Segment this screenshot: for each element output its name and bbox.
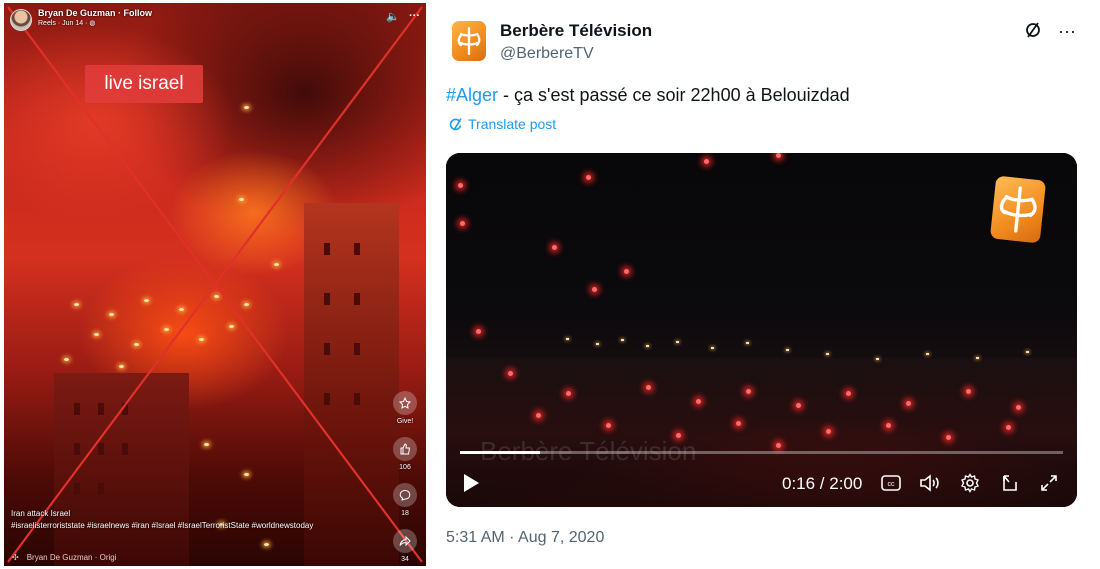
share-count: 34 (401, 556, 409, 563)
translate-post-link[interactable]: Translate post (448, 116, 556, 132)
facebook-reel-screenshot: Bryan De Guzman · Follow Reels · Jun 14 … (4, 3, 426, 566)
video-progress-fill (460, 451, 541, 454)
caption-hashtags[interactable]: #israelisterroriststate #israelnews #ira… (11, 520, 331, 532)
svg-text:cc: cc (888, 481, 896, 488)
caption-title: Iran attack Israel (11, 509, 71, 518)
fact-check-cross-mark (7, 6, 423, 563)
like-count: 106 (399, 464, 411, 471)
reel-caption: Iran attack Israel #israelisterroriststa… (11, 508, 331, 532)
follow-button[interactable]: Follow (124, 8, 153, 18)
reel-actions: Give! 106 18 34 (392, 391, 418, 566)
volume-icon[interactable] (917, 471, 943, 495)
audio-label[interactable]: Bryan De Guzman · Origi (27, 553, 117, 562)
account-handle[interactable]: @BerbereTV (500, 45, 594, 63)
video-controls: 0:16 / 2:00 cc (446, 465, 1077, 501)
tweet-body: - ça s'est passé ce soir 22h00 à Belouiz… (498, 85, 850, 105)
globe-icon: ◍ (89, 20, 96, 27)
comment-icon[interactable] (393, 483, 417, 507)
docked-player-icon[interactable] (997, 471, 1023, 495)
gift-icon[interactable] (393, 391, 417, 415)
share-icon[interactable] (393, 529, 417, 553)
video-progress-bar[interactable] (460, 451, 1063, 454)
translate-icon (449, 117, 462, 130)
grok-icon[interactable] (1024, 21, 1042, 44)
tweet-header-icons: ··· (1024, 21, 1076, 44)
captions-icon[interactable]: cc (878, 471, 904, 495)
tweet-timestamp[interactable]: 5:31 AM · Aug 7, 2020 (446, 529, 604, 547)
volume-icon[interactable]: 🔈 (386, 10, 400, 23)
audio-icon: ✣ (12, 553, 19, 562)
video-player[interactable]: Berbère Télévision 0:16 / 2:00 cc (446, 153, 1077, 507)
reel-meta: Reels · Jun 14 · ◍ (38, 19, 152, 29)
gift-label: Give! (396, 418, 414, 425)
video-time: 0:16 / 2:00 (782, 474, 863, 493)
tweet-post: Berbère Télévision @BerbereTV ··· #Alger… (430, 0, 1100, 569)
reel-header: Bryan De Guzman · Follow Reels · Jun 14 … (10, 8, 420, 36)
more-options-icon[interactable]: ··· (409, 10, 420, 23)
more-options-icon[interactable]: ··· (1058, 21, 1076, 44)
author-name[interactable]: Bryan De Guzman (38, 8, 116, 18)
overlay-tag: live israel (85, 65, 203, 103)
settings-gear-icon[interactable] (957, 471, 983, 495)
comment-count: 18 (401, 510, 409, 517)
reel-author[interactable]: Bryan De Guzman · Follow (38, 8, 152, 19)
account-name[interactable]: Berbère Télévision (500, 21, 652, 41)
like-icon[interactable] (393, 437, 417, 461)
fullscreen-icon[interactable] (1036, 471, 1062, 495)
account-avatar[interactable] (452, 21, 486, 61)
reel-meta-text: Reels · Jun 14 · (38, 20, 88, 27)
reel-footer: ✣ Bryan De Guzman · Origi (12, 553, 117, 562)
avatar[interactable] (10, 9, 32, 31)
translate-label[interactable]: Translate post (468, 116, 556, 132)
play-icon[interactable] (458, 471, 484, 495)
video-channel-logo (989, 175, 1047, 244)
tweet-text: #Alger - ça s'est passé ce soir 22h00 à … (446, 84, 850, 106)
hashtag-link[interactable]: #Alger (446, 85, 498, 105)
